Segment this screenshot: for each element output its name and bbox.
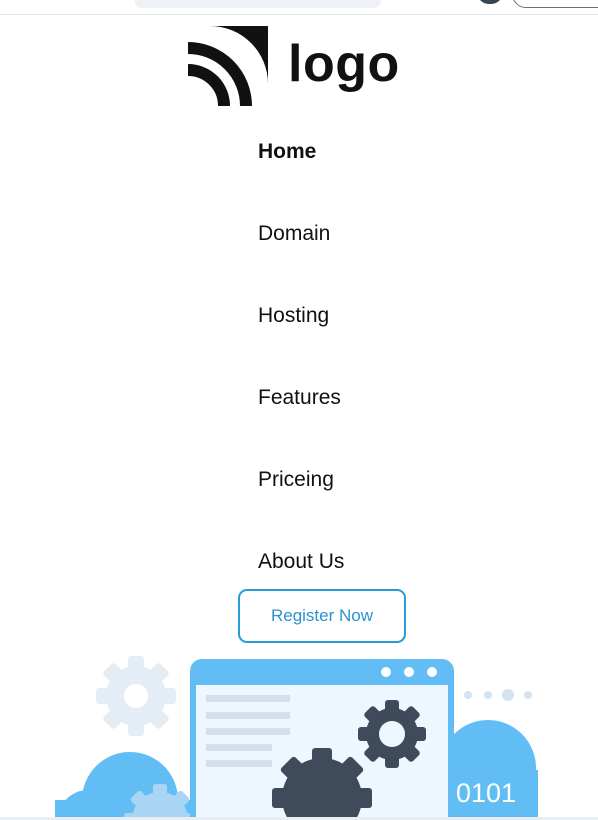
- nav-item-features[interactable]: Features: [258, 378, 344, 460]
- wifi-rss-logo-icon: [188, 26, 268, 106]
- nav-item-hosting[interactable]: Hosting: [258, 296, 344, 378]
- site-logo[interactable]: logo: [188, 26, 420, 106]
- gear-dark-icon: [358, 700, 426, 768]
- profile-avatar[interactable]: [477, 0, 503, 4]
- decor-dots: [464, 689, 532, 701]
- register-now-button[interactable]: Register Now: [238, 589, 406, 643]
- toolbar-button[interactable]: [512, 0, 598, 8]
- address-bar[interactable]: [135, 0, 381, 8]
- nav-item-home[interactable]: Home: [258, 132, 344, 214]
- gear-light-icon: [96, 656, 176, 736]
- nav-item-pricing[interactable]: Priceing: [258, 460, 344, 542]
- browser-top-strip: [0, 0, 598, 15]
- main-nav: Home Domain Hosting Features Priceing Ab…: [258, 132, 344, 624]
- logo-text: logo: [288, 35, 400, 93]
- binary-text: 0101: [456, 778, 516, 808]
- hero-illustration: 0101: [55, 656, 538, 820]
- nav-item-domain[interactable]: Domain: [258, 214, 344, 296]
